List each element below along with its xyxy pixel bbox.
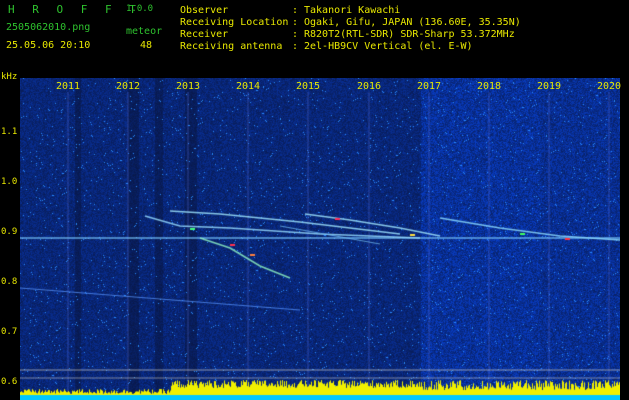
frequency-tick: 0.9 <box>1 227 18 237</box>
receiver-separator: : <box>292 29 299 40</box>
app-version: 1.0.0 <box>126 4 154 14</box>
location-label: Receiving Location <box>180 17 289 28</box>
time-tick: 2020 <box>597 81 622 92</box>
antenna-separator: : <box>292 41 299 52</box>
observer-label: Observer <box>180 5 229 16</box>
time-axis: 2011 2012 2013 2014 2015 2016 2017 2018 … <box>20 78 622 92</box>
antenna-label: Receiving antenna <box>180 41 283 52</box>
time-tick: 2015 <box>296 81 321 92</box>
observer-separator: : <box>292 5 299 16</box>
frequency-tick: 1.1 <box>1 127 18 137</box>
time-tick: 2013 <box>176 81 201 92</box>
antenna-value: 2el-HB9CV Vertical (el. E-W) <box>304 41 473 52</box>
antenna-row: Receiving antenna : 2el-HB9CV Vertical (… <box>180 42 620 54</box>
receiver-label: Receiver <box>180 29 229 40</box>
frequency-tick: 0.6 <box>1 377 18 387</box>
frequency-tick: 1.0 <box>1 177 18 187</box>
time-tick: 2018 <box>477 81 502 92</box>
header-panel: H R O F F T 1.0.0 2505062010.png meteor … <box>0 0 629 78</box>
location-separator: : <box>292 17 299 28</box>
frequency-axis: 1.1 1.0 0.9 0.8 0.7 0.6 <box>0 78 20 400</box>
meteor-count: 48 <box>140 40 153 51</box>
spectrogram-waterfall <box>20 78 620 400</box>
capture-timestamp: 25.05.06 20:10 <box>6 40 91 51</box>
frequency-tick: 0.8 <box>1 277 18 287</box>
location-value: Ogaki, Gifu, JAPAN (136.60E, 35.35N) <box>304 17 521 28</box>
frequency-tick: 0.7 <box>1 327 18 337</box>
file-name: 2505062010.png <box>6 22 91 33</box>
time-tick: 2019 <box>537 81 562 92</box>
time-tick: 2016 <box>357 81 382 92</box>
observer-value: Takanori Kawachi <box>304 5 401 16</box>
app-brand: H R O F F T <box>8 3 142 16</box>
time-tick: 2012 <box>116 81 141 92</box>
time-tick: 2014 <box>236 81 261 92</box>
time-tick: 2017 <box>417 81 442 92</box>
time-tick: 2011 <box>56 81 81 92</box>
receiver-value: R820T2(RTL-SDR) SDR-Sharp 53.372MHz <box>304 29 515 40</box>
meteor-label: meteor <box>126 26 163 37</box>
